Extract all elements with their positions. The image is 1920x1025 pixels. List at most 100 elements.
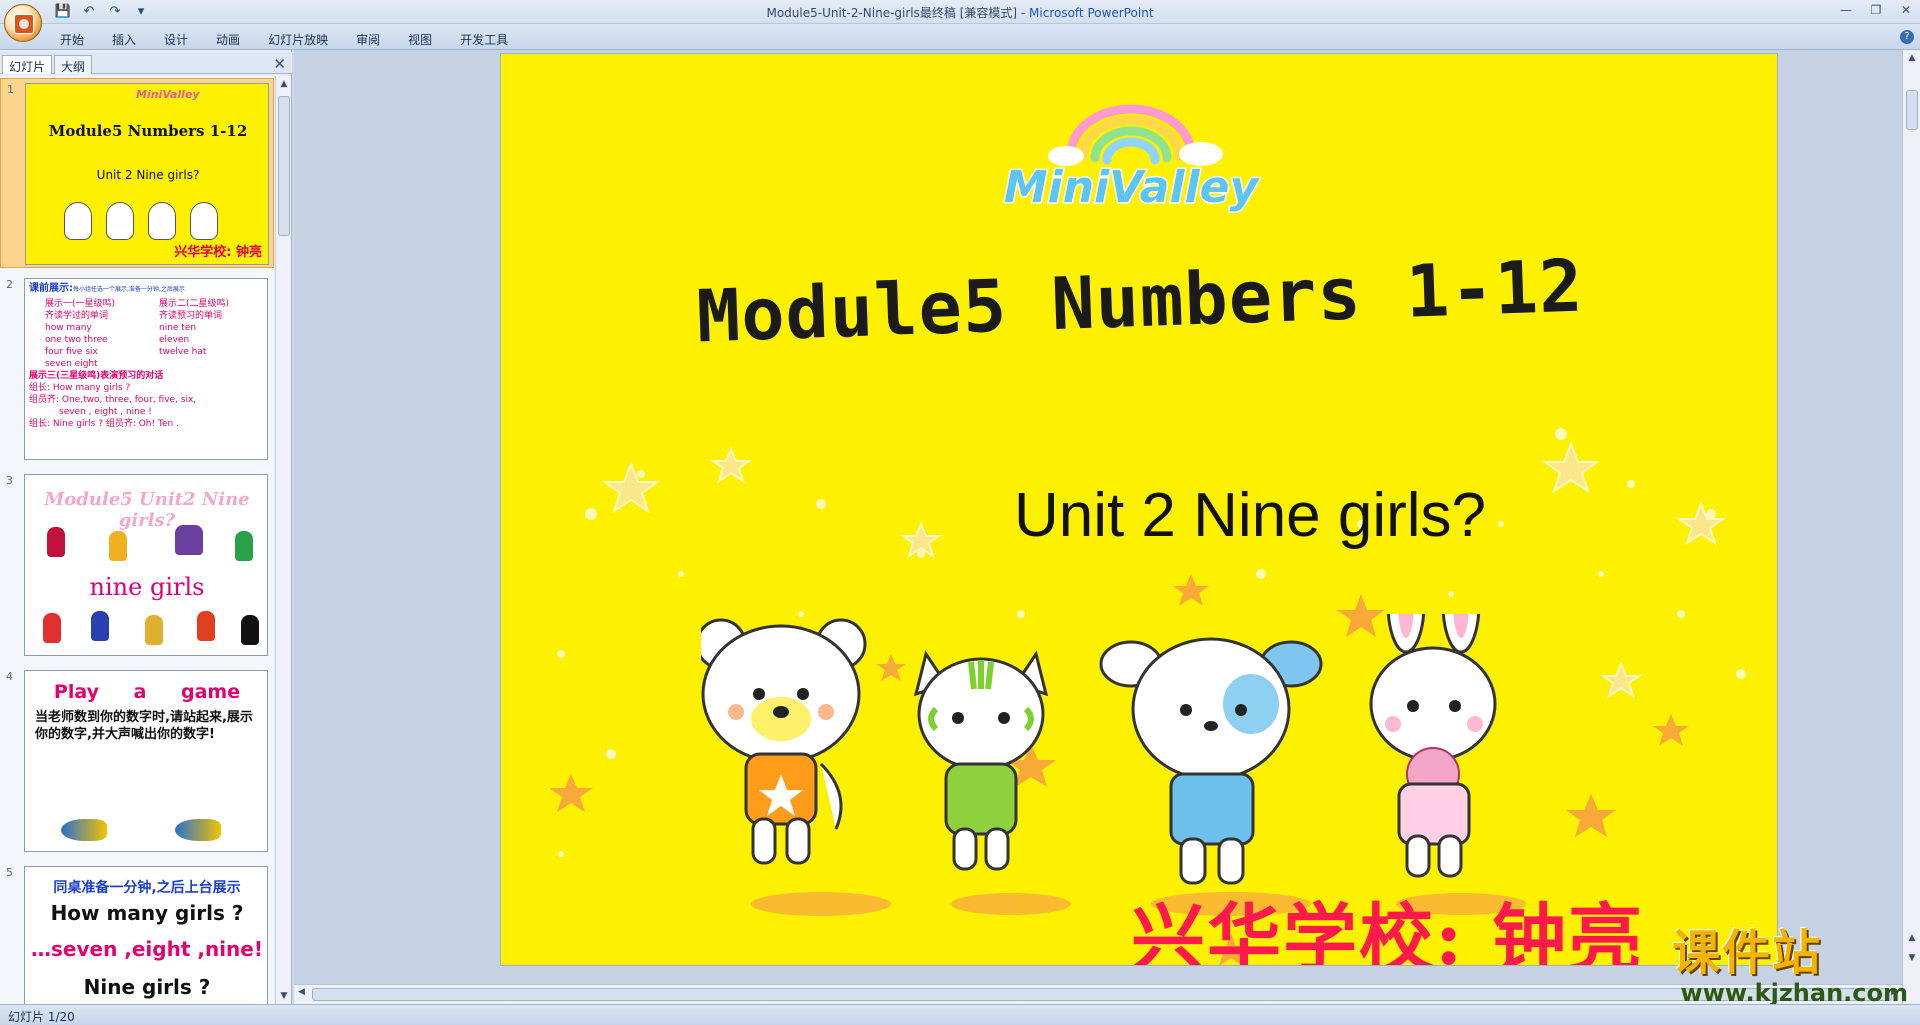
scroll-thumb[interactable] [312, 988, 1892, 1001]
watermark-url: www.kjzhan.com [1680, 979, 1908, 1007]
editor-vertical-scrollbar[interactable]: ▲ ▲ ▼ [1902, 50, 1920, 1004]
thumb-line: 组员齐: One,two, three, four, five, six, [29, 395, 197, 405]
slide-thumbnail[interactable]: 同桌准备一分钟,之后上台展示 How many girls ? …seven ,… [24, 866, 268, 1004]
slide-number: 3 [6, 474, 13, 487]
window-title: Module5-Unit-2-Nine-girls最终稿 [兼容模式] - Mi… [0, 4, 1920, 21]
thumbnail-row[interactable]: 5 同桌准备一分钟,之后上台展示 How many girls ? …seven… [0, 862, 274, 1004]
thumbnails-scrollbar[interactable]: ▲ ▼ [275, 76, 291, 1004]
animal-characters-illustration [701, 614, 1497, 885]
thumb-line: 展示一(一星级鸣) [45, 299, 116, 309]
thumbnail-row[interactable]: 2 课前展示:每小组任选一个展示,准备一分钟,之后展示 展示一(一星级鸣) 齐读… [0, 274, 274, 464]
ribbon-tab-bar: 开始 插入 设计 动画 幻灯片放映 审阅 视图 开发工具 ? [0, 24, 1920, 50]
slide-thumbnail[interactable]: Module5 Unit2 Nine girls? nine girls [24, 474, 268, 656]
minivalley-logo: MiniValley [1002, 104, 1261, 214]
slide-count-status: 幻灯片 1/20 [8, 1010, 75, 1024]
rabbit-icon [190, 202, 218, 240]
slides-pane: 幻灯片 大纲 ✕ 1 MiniValley Module5 Numbers 1-… [0, 50, 292, 1004]
girl-figure-icon [241, 615, 259, 645]
scroll-down-icon[interactable]: ▼ [276, 988, 292, 1004]
tab-insert[interactable]: 插入 [98, 28, 150, 51]
thumb-line: nine ten [159, 323, 197, 333]
tab-outline[interactable]: 大纲 [54, 55, 93, 74]
status-bar: 幻灯片 1/20 [0, 1004, 1920, 1025]
thumb-subtitle: Unit 2 Nine girls? [96, 168, 200, 182]
rabbit-icon [1369, 614, 1497, 878]
thumb-body: 当老师数到你的数字时,请站起来,展示你的数字,并大声喊出你的数字! [35, 710, 253, 742]
scroll-up-icon[interactable]: ▲ [1903, 50, 1920, 66]
thumb-line: 展示三(三星级鸣)表演预习的对话 [29, 371, 164, 381]
thumb-line: 组长: How many girls ? [29, 383, 131, 393]
thumb-logo: MiniValley [136, 88, 200, 101]
slide-subtitle[interactable]: Unit 2 Nine girls? [611, 480, 1777, 551]
thumb-line: how many [45, 323, 92, 333]
thumb-line: 同桌准备一分钟,之后上台展示 [53, 880, 241, 896]
pane-tabs: 幻灯片 大纲 ✕ [0, 52, 292, 74]
close-pane-icon[interactable]: ✕ [273, 55, 286, 73]
office-logo-icon [14, 14, 34, 34]
thumb-line: seven , eight , nine ! [59, 407, 152, 417]
dog-icon [1099, 637, 1323, 885]
slide-number: 2 [6, 278, 13, 291]
scroll-up-icon[interactable]: ▲ [276, 76, 292, 92]
tab-slides[interactable]: 幻灯片 [2, 55, 53, 74]
thumb-col-1: 展示一(一星级鸣) 齐读学过的单词 how many one two three… [45, 298, 149, 370]
girl-figure-icon [235, 531, 253, 561]
office-button[interactable] [4, 4, 42, 42]
bear-icon [64, 202, 92, 240]
scroll-thumb[interactable] [1906, 90, 1918, 130]
girl-figure-icon [91, 611, 109, 641]
slide-thumbnail[interactable]: MiniValley Module5 Numbers 1-12 Unit 2 N… [25, 83, 269, 265]
bear-icon [701, 618, 867, 865]
ribbon-tabs: 开始 插入 设计 动画 幻灯片放映 审阅 视图 开发工具 [48, 28, 522, 51]
close-icon[interactable]: ✕ [1896, 2, 1916, 18]
scroll-left-icon[interactable]: ◀ [298, 987, 305, 997]
thumb-line: one two three [45, 335, 108, 345]
thumbnail-row[interactable]: 1 MiniValley Module5 Numbers 1-12 Unit 2… [0, 78, 274, 268]
site-watermark: 课件站 www.kjzhan.com [1672, 925, 1908, 1007]
slide-number: 5 [6, 866, 13, 879]
thumb-col-2: 展示二(二星级鸣) 齐读预习的单词 nine ten eleven twelve… [159, 298, 263, 370]
slide-signature[interactable]: 兴华学校: 钟亮 [1131, 879, 1644, 965]
cat-icon [913, 650, 1049, 871]
document-title: Module5-Unit-2-Nine-girls最终稿 [兼容模式] - [766, 6, 1030, 20]
ribbon-right-icons: ? [1900, 30, 1914, 44]
tab-developer[interactable]: 开发工具 [446, 28, 522, 51]
thumb-line: eleven [159, 335, 190, 345]
current-slide[interactable]: MiniValley Module5 Numbers 1-12 Unit 2 N… [500, 53, 1778, 966]
title-bar: 💾 ↶ ↷ ▾ Module5-Unit-2-Nine-girls最终稿 [兼容… [0, 0, 1920, 24]
fish-icon [175, 819, 221, 841]
minimize-icon[interactable]: — [1836, 2, 1856, 18]
thumbnail-row[interactable]: 3 Module5 Unit2 Nine girls? nine girls [0, 470, 274, 660]
fish-icon [61, 819, 107, 841]
tab-home[interactable]: 开始 [48, 28, 98, 51]
restore-icon[interactable]: ❐ [1866, 2, 1886, 18]
thumb-line: four five six [45, 347, 98, 357]
thumb-line: Nine girls ? [83, 975, 211, 999]
slide-thumbnail[interactable]: Play a game 当老师数到你的数字时,请站起来,展示你的数字,并大声喊出… [24, 670, 268, 852]
slide-thumbnail[interactable]: 课前展示:每小组任选一个展示,准备一分钟,之后展示 展示一(一星级鸣) 齐读学过… [24, 278, 268, 460]
tab-review[interactable]: 审阅 [342, 28, 394, 51]
editor-horizontal-scrollbar[interactable]: ◀ ▶ [294, 984, 1902, 1004]
tab-slideshow[interactable]: 幻灯片放映 [254, 28, 342, 51]
tab-animations[interactable]: 动画 [202, 28, 254, 51]
thumb-word: nine girls [89, 573, 205, 601]
thumb-characters [64, 202, 218, 240]
girl-figure-icon [43, 613, 61, 643]
dog-icon [148, 202, 176, 240]
thumb-line: 齐读学过的单词 [45, 311, 109, 321]
girl-figure-icon [175, 525, 203, 555]
slide-thumbnails: 1 MiniValley Module5 Numbers 1-12 Unit 2… [0, 76, 274, 1004]
app-name: Microsoft PowerPoint [1029, 6, 1154, 20]
scroll-thumb[interactable] [278, 96, 290, 236]
help-icon[interactable]: ? [1900, 30, 1914, 44]
thumb-title: Play a game [53, 681, 241, 703]
tab-design[interactable]: 设计 [150, 28, 202, 51]
window-controls: — ❐ ✕ [1836, 2, 1916, 18]
thumb-line: seven eight [45, 359, 98, 369]
tab-view[interactable]: 视图 [394, 28, 446, 51]
thumbnail-row[interactable]: 4 Play a game 当老师数到你的数字时,请站起来,展示你的数字,并大声… [0, 666, 274, 856]
thumb-columns: 展示一(一星级鸣) 齐读学过的单词 how many one two three… [45, 298, 263, 370]
thumb-title: Module5 Unit2 Nine girls? [44, 489, 250, 531]
thumb-line: 组长: Nine girls ? 组员齐: Oh! Ten . [29, 419, 179, 429]
slide-number: 1 [7, 83, 14, 96]
